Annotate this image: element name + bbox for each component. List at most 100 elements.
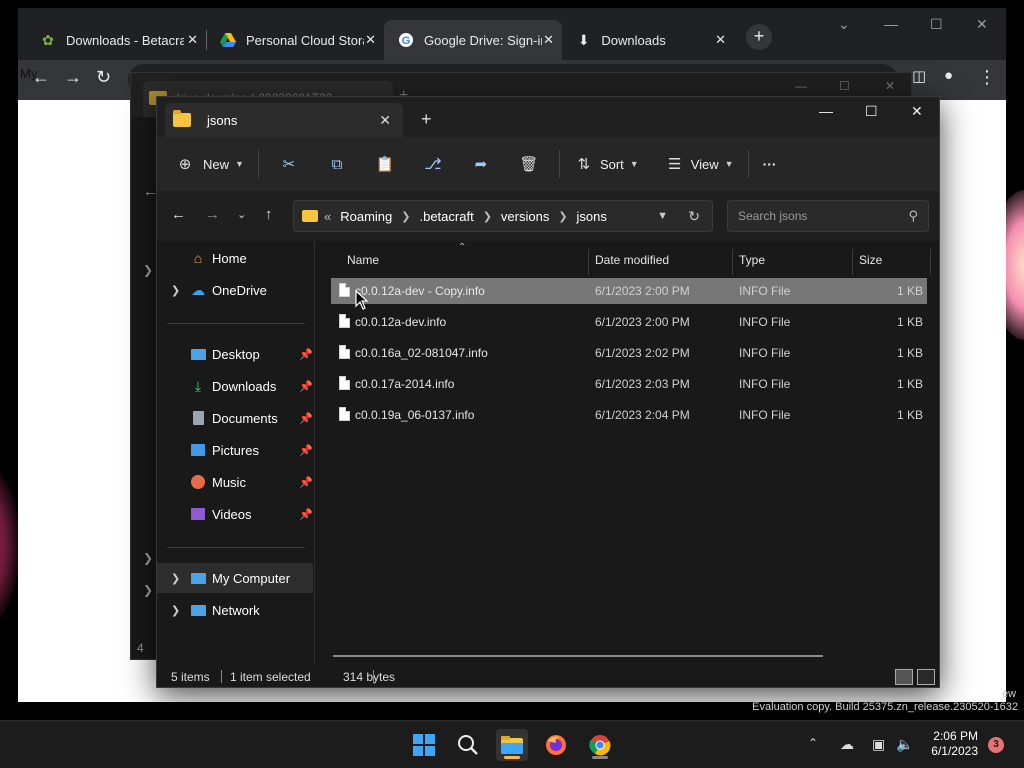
nav-item-desktop[interactable]: Desktop 📌 [157,339,313,369]
forward-button[interactable]: → [205,206,220,223]
breadcrumb-item[interactable]: versions [501,209,549,224]
share-icon[interactable]: ➦ [465,155,497,173]
file-row[interactable]: c0.0.16a_02-081047.info 6/1/2023 2:02 PM… [331,340,927,366]
explorer-tab-jsons[interactable]: jsons ✕ [165,103,403,137]
column-divider[interactable] [588,249,589,275]
close-window-button[interactable]: ✕ [911,103,923,120]
recent-locations-chevron[interactable]: ⌄ [237,208,246,221]
column-header-date[interactable]: Date modified [595,253,669,267]
start-button[interactable] [408,729,440,761]
sidebar-icon[interactable]: ◫ [912,67,926,85]
close-icon[interactable]: ✕ [715,32,726,48]
pin-icon[interactable]: 📌 [299,476,313,489]
bg-expand-chevron[interactable]: ❯ [143,583,153,597]
paste-icon[interactable]: 📋 [369,155,401,173]
nav-item-my-computer[interactable]: ❯ My Computer [157,563,313,593]
nav-item-music[interactable]: Music 📌 [157,467,313,497]
chevron-down-icon[interactable]: ▼ [657,210,668,222]
system-clock[interactable]: 2:06 PM 6/1/2023 [920,729,978,759]
file-row[interactable]: c0.0.17a-2014.info 6/1/2023 2:03 PM INFO… [331,371,927,397]
reload-button[interactable]: ↻ [96,67,111,88]
close-icon[interactable]: ✕ [543,32,554,48]
minimize-button[interactable]: — [819,103,833,119]
view-button[interactable]: ☰ View ▼ [665,148,734,180]
tab-search-icon[interactable]: ⌄ [838,16,850,33]
bg-expand-chevron[interactable]: ❯ [143,263,153,277]
nav-item-onedrive[interactable]: ❯ ☁ OneDrive [157,275,313,305]
bg-minimize-button[interactable]: — [795,79,807,93]
taskbar-file-explorer[interactable] [496,729,528,761]
horizontal-scrollbar[interactable] [333,655,823,657]
nav-item-videos[interactable]: Videos 📌 [157,499,313,529]
bg-maximize-button[interactable]: ☐ [839,79,850,93]
chrome-tab-personal-cloud-storage[interactable]: Personal Cloud Storage ✕ [206,20,384,60]
more-options-button[interactable]: ··· [763,148,777,180]
back-button[interactable]: ← [171,206,186,223]
search-input[interactable]: Search jsons ⚲ [727,200,929,232]
chrome-tab-google-drive-sign-in[interactable]: G Google Drive: Sign-in ✕ [384,20,562,60]
details-view-icon[interactable] [895,669,913,685]
nav-item-home[interactable]: ⌂ Home [157,243,313,273]
close-window-button[interactable]: ✕ [976,16,988,33]
forward-button[interactable]: → [64,67,82,88]
new-tab-button[interactable]: + [746,24,772,50]
large-icons-view-icon[interactable] [917,669,935,685]
column-header-size[interactable]: Size [859,253,882,267]
show-hidden-icons-chevron[interactable]: ⌃ [808,736,818,750]
menu-kebab-icon[interactable]: ⋮ [978,67,996,88]
network-icon[interactable]: ▣ [872,736,885,753]
nav-item-downloads[interactable]: ⤓ Downloads 📌 [157,371,313,401]
pin-icon[interactable]: 📌 [299,508,313,521]
pin-icon[interactable]: 📌 [299,444,313,457]
taskbar-chrome[interactable] [584,729,616,761]
onedrive-offline-icon[interactable]: ☁ [840,736,854,753]
chrome-tab-downloads[interactable]: ⬇ Downloads ✕ [562,20,734,60]
maximize-button[interactable]: ☐ [865,103,878,120]
file-explorer-window[interactable]: jsons ✕ + — ☐ ✕ ⊕ New ▼ ✂ ⧉ 📋 ⎇ ➦ 🗑 ⇅ So… [156,96,940,688]
breadcrumb-item[interactable]: .betacraft [419,209,473,224]
close-icon[interactable]: ✕ [187,32,198,48]
up-button[interactable]: ↑ [265,206,273,223]
chevron-right-icon[interactable]: ❯ [171,604,180,617]
chevron-right-icon[interactable]: ❯ [171,284,180,297]
taskbar-firefox[interactable] [540,729,572,761]
column-divider[interactable] [930,249,931,275]
copy-icon[interactable]: ⧉ [321,156,353,173]
column-divider[interactable] [852,249,853,275]
chrome-tab-betacraft-downloads[interactable]: ✿ Downloads - Betacraft ✕ [26,20,206,60]
breadcrumb-item[interactable]: Roaming [340,209,392,224]
pin-icon[interactable]: 📌 [299,348,313,361]
volume-icon[interactable]: 🔈 [896,736,913,753]
column-header-name[interactable]: Name [347,253,379,267]
pin-icon[interactable]: 📌 [299,412,313,425]
breadcrumb-overflow[interactable]: « [324,209,331,224]
chevron-right-icon[interactable]: ❯ [401,210,410,223]
file-row[interactable]: c0.0.19a_06-0137.info 6/1/2023 2:04 PM I… [331,402,927,428]
pin-icon[interactable]: 📌 [299,380,313,393]
breadcrumb-item[interactable]: jsons [577,209,607,224]
breadcrumb[interactable]: « Roaming ❯ .betacraft ❯ versions ❯ json… [293,200,713,232]
minimize-button[interactable]: — [884,16,898,32]
column-header-type[interactable]: Type [739,253,765,267]
chevron-right-icon[interactable]: ❯ [558,210,567,223]
file-row[interactable]: c0.0.12a-dev - Copy.info 6/1/2023 2:00 P… [331,278,927,304]
delete-icon[interactable]: 🗑 [513,155,545,173]
bg-close-button[interactable]: ✕ [885,79,895,93]
chevron-right-icon[interactable]: ❯ [171,572,180,585]
chevron-right-icon[interactable]: ❯ [483,210,492,223]
nav-item-documents[interactable]: Documents 📌 [157,403,313,433]
close-icon[interactable]: ✕ [365,32,376,48]
close-icon[interactable]: ✕ [379,112,391,129]
bg-expand-chevron[interactable]: ❯ [143,551,153,565]
nav-item-network[interactable]: ❯ Network [157,595,313,625]
nav-item-pictures[interactable]: Pictures 📌 [157,435,313,465]
notification-badge[interactable]: 3 [988,737,1004,753]
refresh-icon[interactable]: ↻ [688,208,700,225]
file-row[interactable]: c0.0.12a-dev.info 6/1/2023 2:00 PM INFO … [331,309,927,335]
cut-icon[interactable]: ✂ [273,155,305,173]
new-button[interactable]: ⊕ New ▼ [175,148,244,180]
sort-button[interactable]: ⇅ Sort ▼ [574,148,639,180]
new-tab-button[interactable]: + [421,109,432,130]
maximize-button[interactable]: ☐ [930,16,943,33]
profile-icon[interactable]: ● [944,67,953,84]
